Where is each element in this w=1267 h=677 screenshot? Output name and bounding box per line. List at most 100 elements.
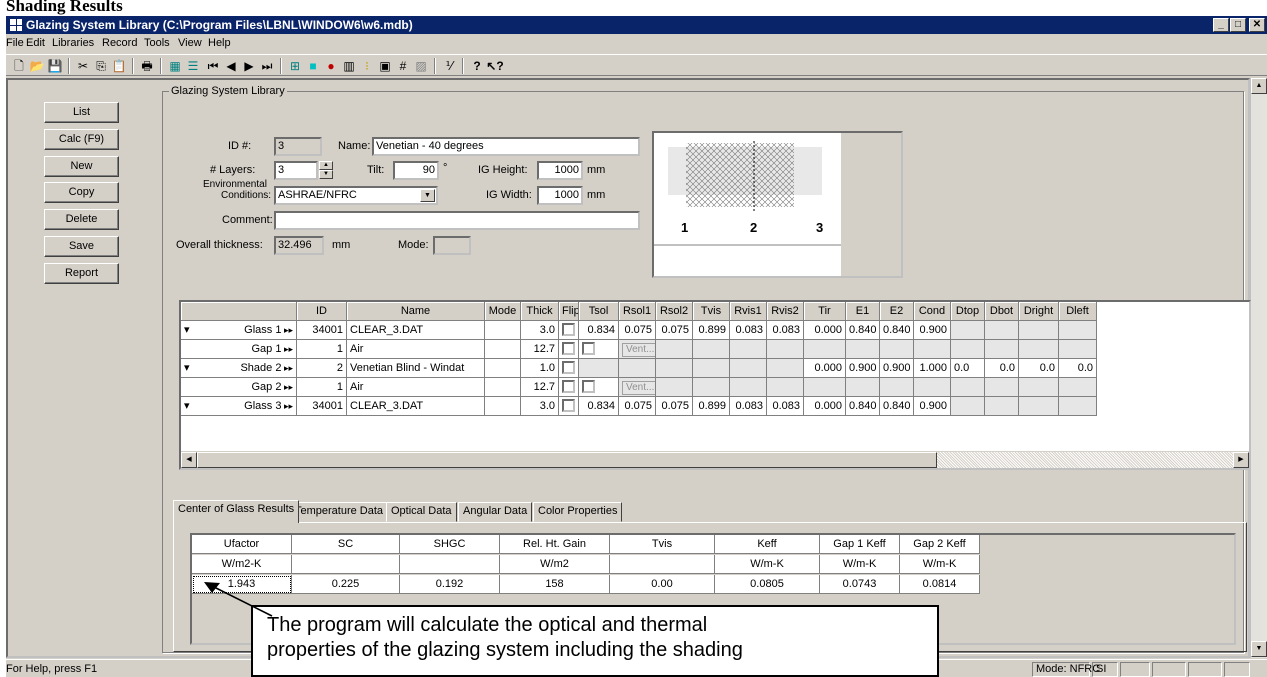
menu-file[interactable]: File bbox=[6, 37, 24, 49]
row-label[interactable]: ▾ Shade 2 ▸▸ bbox=[181, 359, 297, 378]
flip-checkbox[interactable] bbox=[562, 379, 575, 393]
cell-flip[interactable] bbox=[559, 378, 579, 397]
flip-checkbox[interactable] bbox=[562, 360, 575, 374]
ig-height-field[interactable]: 1000 bbox=[537, 161, 583, 180]
row-label[interactable]: Gap 2 ▸▸ bbox=[181, 378, 297, 397]
column-header-dbot[interactable]: Dbot bbox=[985, 302, 1019, 321]
menu-view[interactable]: View bbox=[178, 37, 202, 49]
cell-flip[interactable] bbox=[559, 340, 579, 359]
new-file-icon[interactable]: 🗋 bbox=[10, 57, 28, 74]
row-label[interactable]: Gap 1 ▸▸ bbox=[181, 340, 297, 359]
row-select-icon[interactable]: ▸▸ bbox=[281, 382, 293, 392]
name-field[interactable]: Venetian - 40 degrees bbox=[372, 137, 640, 156]
row-label[interactable]: ▾ Glass 3 ▸▸ bbox=[181, 397, 297, 416]
column-header-name[interactable]: Name bbox=[347, 302, 485, 321]
cell-id[interactable]: 34001 bbox=[297, 397, 347, 416]
thermometer-icon[interactable]: ● bbox=[322, 57, 340, 74]
result-value[interactable]: 158 bbox=[500, 575, 610, 594]
cell-name[interactable]: Air bbox=[347, 378, 485, 397]
cell-name[interactable]: CLEAR_3.DAT bbox=[347, 321, 485, 340]
column-header-rsol1[interactable]: Rsol1 bbox=[619, 302, 656, 321]
column-header-mode[interactable]: Mode bbox=[485, 302, 521, 321]
calc-button[interactable]: Calc (F9) bbox=[44, 129, 119, 150]
maximize-button[interactable]: □ bbox=[1230, 18, 1246, 32]
column-header-e2[interactable]: E2 bbox=[880, 302, 914, 321]
tab-optical-data[interactable]: Optical Data bbox=[386, 502, 457, 522]
cell-id[interactable]: 1 bbox=[297, 340, 347, 359]
column-header-e1[interactable]: E1 bbox=[846, 302, 880, 321]
cell-name[interactable]: Air bbox=[347, 340, 485, 359]
close-button[interactable]: ✕ bbox=[1249, 18, 1265, 32]
title-bar[interactable]: Glazing System Library (C:\Program Files… bbox=[6, 16, 1267, 34]
cell-id[interactable]: 2 bbox=[297, 359, 347, 378]
last-record-icon[interactable]: ⏭ bbox=[258, 57, 276, 74]
row-label[interactable]: ▾ Glass 1 ▸▸ bbox=[181, 321, 297, 340]
scroll-thumb[interactable] bbox=[197, 452, 937, 468]
column-header-rsol2[interactable]: Rsol2 bbox=[656, 302, 693, 321]
tab-color-properties[interactable]: Color Properties bbox=[533, 502, 623, 522]
result-value[interactable]: 0.225 bbox=[292, 575, 400, 594]
cut-icon[interactable]: ✂ bbox=[74, 57, 92, 74]
menu-edit[interactable]: Edit bbox=[26, 37, 45, 49]
row-dropdown-icon[interactable]: ▾ bbox=[184, 397, 190, 415]
result-value[interactable]: 0.0814 bbox=[900, 575, 980, 594]
hatch-icon[interactable]: ▨ bbox=[412, 57, 430, 74]
row-dropdown-icon[interactable]: ▾ bbox=[184, 359, 190, 377]
save-disk-icon[interactable]: 💾 bbox=[46, 57, 64, 74]
column-header-dtop[interactable]: Dtop bbox=[951, 302, 985, 321]
new-button[interactable]: New bbox=[44, 156, 119, 177]
paste-icon[interactable]: 📋 bbox=[110, 57, 128, 74]
cell-flip[interactable] bbox=[559, 397, 579, 416]
help-icon[interactable]: ? bbox=[468, 57, 486, 74]
column-header-thick[interactable]: Thick bbox=[521, 302, 559, 321]
ig-width-field[interactable]: 1000 bbox=[537, 186, 583, 205]
comment-field[interactable] bbox=[274, 211, 640, 230]
scroll-up-icon[interactable]: ▲ bbox=[1251, 78, 1267, 94]
delete-button[interactable]: Delete bbox=[44, 209, 119, 230]
cell-flip[interactable] bbox=[559, 321, 579, 340]
cell-flip[interactable] bbox=[559, 359, 579, 378]
column-header-tir[interactable]: Tir bbox=[804, 302, 846, 321]
horizontal-scrollbar[interactable]: ◀ ▶ bbox=[181, 451, 1249, 468]
column-header-tvis[interactable]: Tvis bbox=[693, 302, 730, 321]
row-select-icon[interactable]: ▸▸ bbox=[281, 363, 293, 373]
gradient-icon[interactable]: ⁝ bbox=[358, 57, 376, 74]
save-button[interactable]: Save bbox=[44, 236, 119, 257]
vertical-scrollbar[interactable]: ▲ ▼ bbox=[1250, 78, 1267, 658]
column-header-dleft[interactable]: Dleft bbox=[1059, 302, 1097, 321]
tilt-field[interactable]: 90 bbox=[393, 161, 439, 180]
column-header-cond[interactable]: Cond bbox=[914, 302, 951, 321]
chevron-down-icon[interactable]: ▼ bbox=[420, 189, 435, 202]
column-header-tsol[interactable]: Tsol bbox=[579, 302, 619, 321]
row-dropdown-icon[interactable]: ▾ bbox=[184, 321, 190, 339]
hash-icon[interactable]: # bbox=[394, 57, 412, 74]
first-record-icon[interactable]: ⏮ bbox=[204, 57, 222, 74]
color-square-icon[interactable]: ■ bbox=[304, 57, 322, 74]
copy-icon[interactable]: ⎘ bbox=[92, 57, 110, 74]
column-header-dright[interactable]: Dright bbox=[1019, 302, 1059, 321]
layers-field[interactable]: 3 bbox=[274, 161, 318, 180]
open-folder-icon[interactable]: 📂 bbox=[28, 57, 46, 74]
tab-angular-data[interactable]: Angular Data bbox=[458, 502, 533, 522]
column-header-rvis1[interactable]: Rvis1 bbox=[730, 302, 767, 321]
copy-button[interactable]: Copy bbox=[44, 182, 119, 203]
report-button[interactable]: Report bbox=[44, 263, 119, 284]
flip-checkbox[interactable] bbox=[562, 341, 575, 355]
table-icon[interactable]: ⊞ bbox=[286, 57, 304, 74]
tab-temperature-data[interactable]: Temperature Data bbox=[290, 502, 389, 522]
row-select-icon[interactable]: ▸▸ bbox=[281, 401, 293, 411]
cell-name[interactable]: CLEAR_3.DAT bbox=[347, 397, 485, 416]
fraction-icon[interactable]: ⅟ bbox=[440, 57, 458, 74]
column-header-id[interactable]: ID bbox=[297, 302, 347, 321]
cell-id[interactable]: 1 bbox=[297, 378, 347, 397]
result-value[interactable]: 0.192 bbox=[400, 575, 500, 594]
frame-icon[interactable]: ▣ bbox=[376, 57, 394, 74]
row-select-icon[interactable]: ▸▸ bbox=[281, 344, 293, 354]
cell-name[interactable]: Venetian Blind - Windat bbox=[347, 359, 485, 378]
vent-button[interactable]: Vent... bbox=[622, 343, 655, 357]
list-view-icon[interactable]: ☰ bbox=[184, 57, 202, 74]
prev-record-icon[interactable]: ◀ bbox=[222, 57, 240, 74]
list-button[interactable]: List bbox=[44, 102, 119, 123]
scroll-right-icon[interactable]: ▶ bbox=[1233, 452, 1249, 468]
layers-spinner[interactable]: ▲ ▼ bbox=[319, 161, 333, 180]
